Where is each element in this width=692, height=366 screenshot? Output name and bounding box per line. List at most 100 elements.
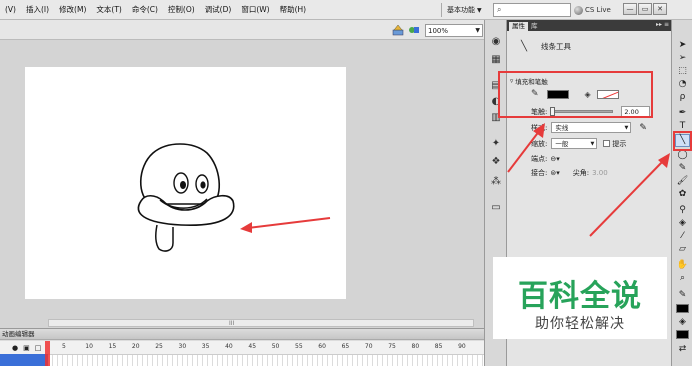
frame-number: 60 [318, 343, 326, 350]
frame-number: 15 [108, 343, 117, 350]
chevron-down-icon: ▼ [590, 141, 595, 147]
frame-number: 50 [271, 343, 280, 350]
frame-number: 85 [434, 343, 443, 350]
join-round-icon[interactable]: ⊜▾ [550, 169, 559, 177]
color-panel-icon[interactable]: ◉ [490, 36, 502, 48]
layer-row[interactable] [0, 354, 48, 366]
stroke-color-chip[interactable] [676, 304, 689, 313]
miter-value[interactable]: 3.00 [592, 169, 608, 177]
frame-cells[interactable] [48, 354, 484, 366]
tab-properties[interactable]: 属性 [509, 22, 528, 31]
style-label: 样式: [531, 123, 548, 132]
close-button[interactable]: ✕ [653, 3, 667, 15]
pencil-tool-icon[interactable]: ✎ [676, 163, 689, 174]
menu-item[interactable]: 命令(C) [127, 4, 163, 15]
playhead[interactable] [45, 341, 50, 366]
help-search-input[interactable]: ⌕ [493, 3, 571, 17]
outline-icon[interactable]: □ [35, 344, 42, 352]
edit-symbol-icon[interactable] [408, 24, 420, 36]
style-select[interactable]: 实线 ▼ [551, 122, 632, 133]
menu-item[interactable]: 文本(T) [91, 4, 126, 15]
hand-tool-icon[interactable]: ✋ [676, 260, 689, 271]
motion-presets-icon[interactable]: ✦ [490, 138, 502, 150]
frame-number: 5 [62, 343, 66, 350]
scale-label: 缩放: [531, 139, 548, 148]
deco-tool-icon[interactable]: ✿ [676, 189, 689, 200]
cs-live-button[interactable]: CS Live [574, 3, 611, 17]
miter-label: 尖角: [572, 169, 590, 177]
menu-item[interactable]: 修改(M) [54, 4, 91, 15]
cs-live-label: CS Live [585, 6, 611, 14]
components-icon[interactable]: ⁂ [490, 176, 502, 188]
brush-tool-icon[interactable]: 🖌 [676, 176, 689, 187]
frame-number: 75 [388, 343, 396, 350]
minimize-button[interactable]: — [623, 3, 637, 15]
frame-number: 55 [295, 343, 303, 350]
lock-icon[interactable]: ▣ [23, 344, 30, 352]
scrollbar-grip[interactable]: III [229, 320, 234, 327]
highlight-box-fill-stroke [498, 71, 653, 118]
frame-number: 70 [364, 343, 373, 350]
stage-area: 100% ▼ III [0, 20, 484, 328]
eraser-tool-icon[interactable]: ▱ [676, 244, 689, 255]
menu-item[interactable]: 插入(I) [21, 4, 54, 15]
eye-icon[interactable]: ● [12, 344, 18, 352]
edit-stroke-style-icon[interactable]: ✎ [639, 123, 647, 133]
bone-tool-icon[interactable]: ⚲ [676, 205, 689, 216]
menu-items: (V) 插入(I) 修改(M) 文本(T) 命令(C) 控制(O) 调试(D) 窗口(W) 帮助… [0, 0, 311, 19]
frame-number: 90 [458, 343, 466, 350]
subselection-tool-icon[interactable]: ➢ [676, 53, 689, 64]
workspace-switcher[interactable]: 基本功能 ▼ [441, 3, 487, 17]
hint-checkbox[interactable] [603, 140, 611, 147]
menu-item[interactable]: 帮助(H) [275, 4, 312, 15]
stage-horizontal-scrollbar[interactable]: III [48, 319, 474, 327]
frame-number: 40 [225, 343, 233, 350]
menu-item[interactable]: (V) [0, 5, 21, 14]
menu-item[interactable]: 控制(O) [163, 4, 200, 15]
3d-rotation-tool-icon[interactable]: ◔ [676, 79, 689, 90]
timeline-panel: 动画编辑器 ● ▣ □ 5 10 15 20 25 30 35 40 45 50 55 60 65 70 7… [0, 328, 484, 366]
chevron-down-icon: ▼ [624, 125, 629, 131]
pen-tool-icon[interactable]: ✒ [676, 108, 689, 119]
history-panel-icon[interactable]: ▭ [490, 202, 502, 214]
hint-label: 提示 [612, 139, 627, 148]
paint-bucket-tool-icon[interactable]: ◈ [676, 218, 689, 229]
stage-canvas[interactable] [25, 67, 346, 299]
frame-ruler[interactable]: 5 10 15 20 25 30 35 40 45 50 55 60 65 70 75 80 85 90 [48, 343, 484, 352]
zoom-tool-icon[interactable]: ⌕ [676, 273, 689, 284]
style-value: 实线 [555, 124, 569, 132]
timeline-title[interactable]: 动画编辑器 [0, 329, 484, 340]
workspace-label: 基本功能 [447, 6, 475, 14]
cap-row: 端点: ⊖▾ [531, 154, 560, 164]
cap-round-icon[interactable]: ⊖▾ [550, 155, 559, 163]
highlight-box-line-tool [673, 131, 692, 151]
stroke-color-pencil-icon[interactable]: ✎ [676, 290, 689, 301]
eyedropper-tool-icon[interactable]: ⁄ [676, 231, 689, 242]
swatches-panel-icon[interactable]: ▦ [490, 54, 502, 66]
zoom-select[interactable]: 100% ▼ [425, 24, 483, 37]
edit-scene-icon[interactable] [392, 24, 404, 36]
lasso-tool-icon[interactable]: ρ [676, 92, 689, 103]
tool-name: 线条工具 [541, 42, 572, 51]
menu-item[interactable]: 窗口(W) [236, 4, 274, 15]
swap-colors-icon[interactable]: ⇄ [676, 344, 689, 355]
edit-bar: 100% ▼ [0, 20, 484, 40]
style-row: 样式: 实线 ▼ ✎ [531, 122, 647, 133]
fill-color-chip[interactable] [676, 330, 689, 339]
frame-number: 65 [341, 343, 350, 350]
restore-button[interactable]: ▭ [638, 3, 652, 15]
selection-tool-icon[interactable]: ➤ [676, 40, 689, 51]
chevron-down-icon: ▼ [475, 27, 480, 34]
tab-library[interactable]: 库 [528, 22, 541, 31]
free-transform-tool-icon[interactable]: ⬚ [676, 66, 689, 77]
panel-menu-icon[interactable]: ▸▸ ≡ [656, 21, 669, 28]
frame-number: 30 [178, 343, 187, 350]
window-controls: — ▭ ✕ [623, 3, 667, 15]
code-snippets-icon[interactable]: ❖ [490, 156, 502, 168]
fill-color-bucket-icon[interactable]: ◈ [676, 317, 689, 328]
tools-panel: ➤ ➢ ⬚ ◔ ρ ✒ T ╲ ◯ ✎ 🖌 ✿ ⚲ ◈ ⁄ ▱ ✋ ⌕ ✎ ◈ … [671, 20, 692, 366]
watermark-title: 百科全说 [518, 279, 642, 314]
oval-tool-icon[interactable]: ◯ [676, 150, 689, 161]
scale-select[interactable]: 一般 ▼ [551, 138, 598, 149]
menu-item[interactable]: 调试(D) [200, 4, 237, 15]
